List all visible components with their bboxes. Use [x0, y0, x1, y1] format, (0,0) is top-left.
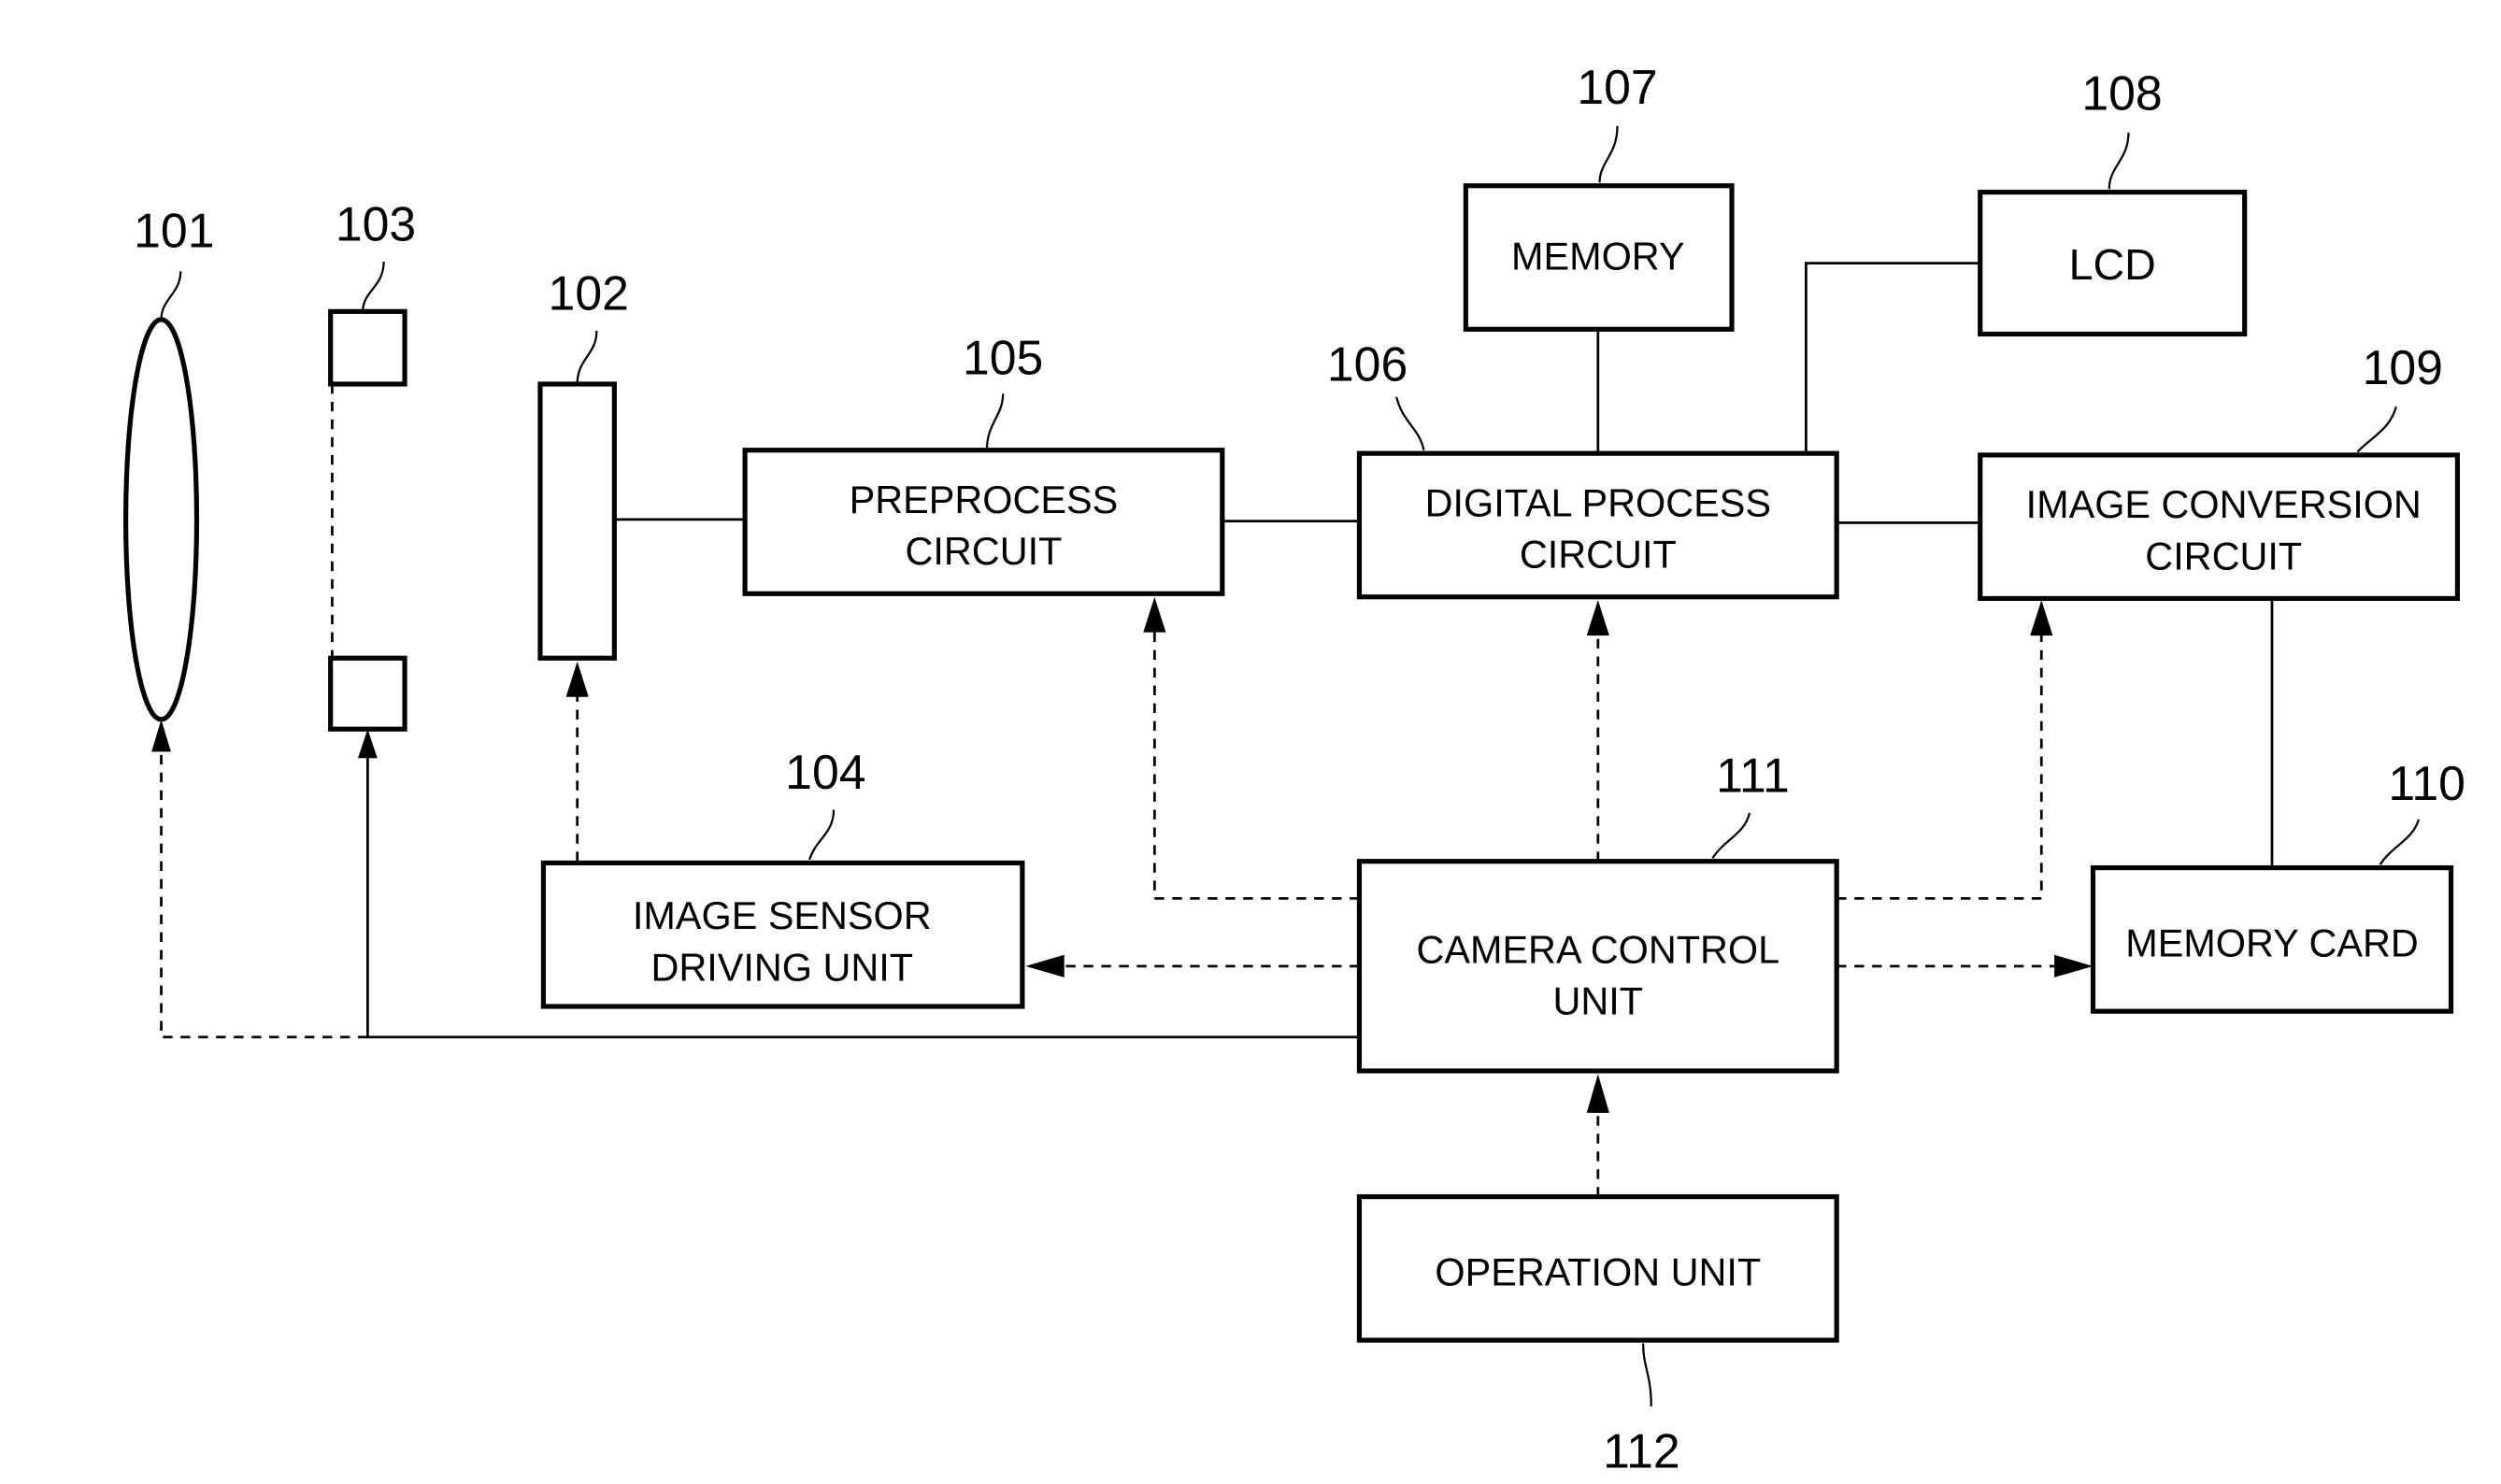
operation-label: OPERATION UNIT: [1435, 1250, 1761, 1293]
arrow-to-102: [565, 661, 589, 697]
arrow-to-104: [1025, 954, 1065, 977]
arrow-to-101: [151, 719, 171, 752]
arrow-to-106: [1586, 600, 1609, 636]
link-111-101: [160, 738, 368, 1039]
memory-card-label: MEMORY CARD: [2125, 921, 2419, 964]
operation-unit-112: OPERATION UNIT 112: [1356, 1193, 1839, 1477]
ref-108: 108: [2081, 66, 2162, 121]
ref-103: 103: [336, 196, 416, 250]
link-111-109: [1836, 632, 2043, 900]
link-106-108: [1804, 262, 1980, 454]
memory-label: MEMORY: [1511, 235, 1685, 278]
ref-101: 101: [134, 203, 214, 257]
sensor-driving-line2: DRIVING UNIT: [651, 946, 914, 989]
lens-101: 101: [122, 203, 215, 722]
lcd-108: LCD 108: [1978, 66, 2248, 337]
arrow-to-105: [1143, 596, 1166, 633]
preprocess-circuit-105: PREPROCESS CIRCUIT 105: [742, 331, 1225, 596]
image-sensor-102: 102: [537, 266, 629, 661]
image-conversion-circuit-109: IMAGE CONVERSION CIRCUIT 109: [1978, 340, 2461, 602]
digital-process-circuit-106: DIGITAL PROCESS CIRCUIT 106: [1327, 337, 1839, 600]
ref-106: 106: [1327, 337, 1408, 392]
memory-107: MEMORY 107: [1463, 60, 1735, 332]
arrow-to-109: [2030, 600, 2053, 636]
preprocess-line2: CIRCUIT: [906, 530, 1063, 573]
ref-105: 105: [963, 331, 1043, 385]
arrow-to-110: [2054, 954, 2094, 977]
memory-card-110: MEMORY CARD 110: [2090, 756, 2465, 1014]
aperture-103: 103: [328, 196, 416, 732]
preprocess-line1: PREPROCESS: [850, 478, 1119, 521]
sensor-driving-line1: IMAGE SENSOR: [633, 894, 932, 937]
camera-control-line2: UNIT: [1553, 980, 1644, 1023]
image-conversion-line1: IMAGE CONVERSION: [2026, 483, 2422, 526]
image-conversion-line2: CIRCUIT: [2145, 535, 2302, 578]
link-111-105: [1152, 629, 1360, 900]
digital-process-line2: CIRCUIT: [1520, 534, 1677, 577]
ref-102: 102: [549, 266, 629, 321]
camera-block-diagram: 101 103 102 PREPROCESS CIRCUIT 105 DIGIT…: [122, 60, 2465, 1477]
ref-107: 107: [1577, 60, 1657, 114]
ref-104: 104: [785, 745, 865, 799]
image-sensor-driving-unit-104: IMAGE SENSOR DRIVING UNIT 104: [540, 745, 1025, 1009]
ref-111: 111: [1716, 748, 1790, 802]
arrow-to-103: [358, 729, 378, 759]
lcd-label: LCD: [2069, 240, 2156, 289]
ref-110: 110: [2388, 756, 2465, 810]
ref-109: 109: [2363, 340, 2443, 394]
ref-112: 112: [1603, 1423, 1680, 1477]
digital-process-line1: DIGITAL PROCESS: [1425, 481, 1771, 524]
camera-control-unit-111: CAMERA CONTROL UNIT 111: [1356, 748, 1839, 1074]
arrow-to-111: [1586, 1074, 1609, 1113]
camera-control-line1: CAMERA CONTROL: [1416, 928, 1779, 971]
